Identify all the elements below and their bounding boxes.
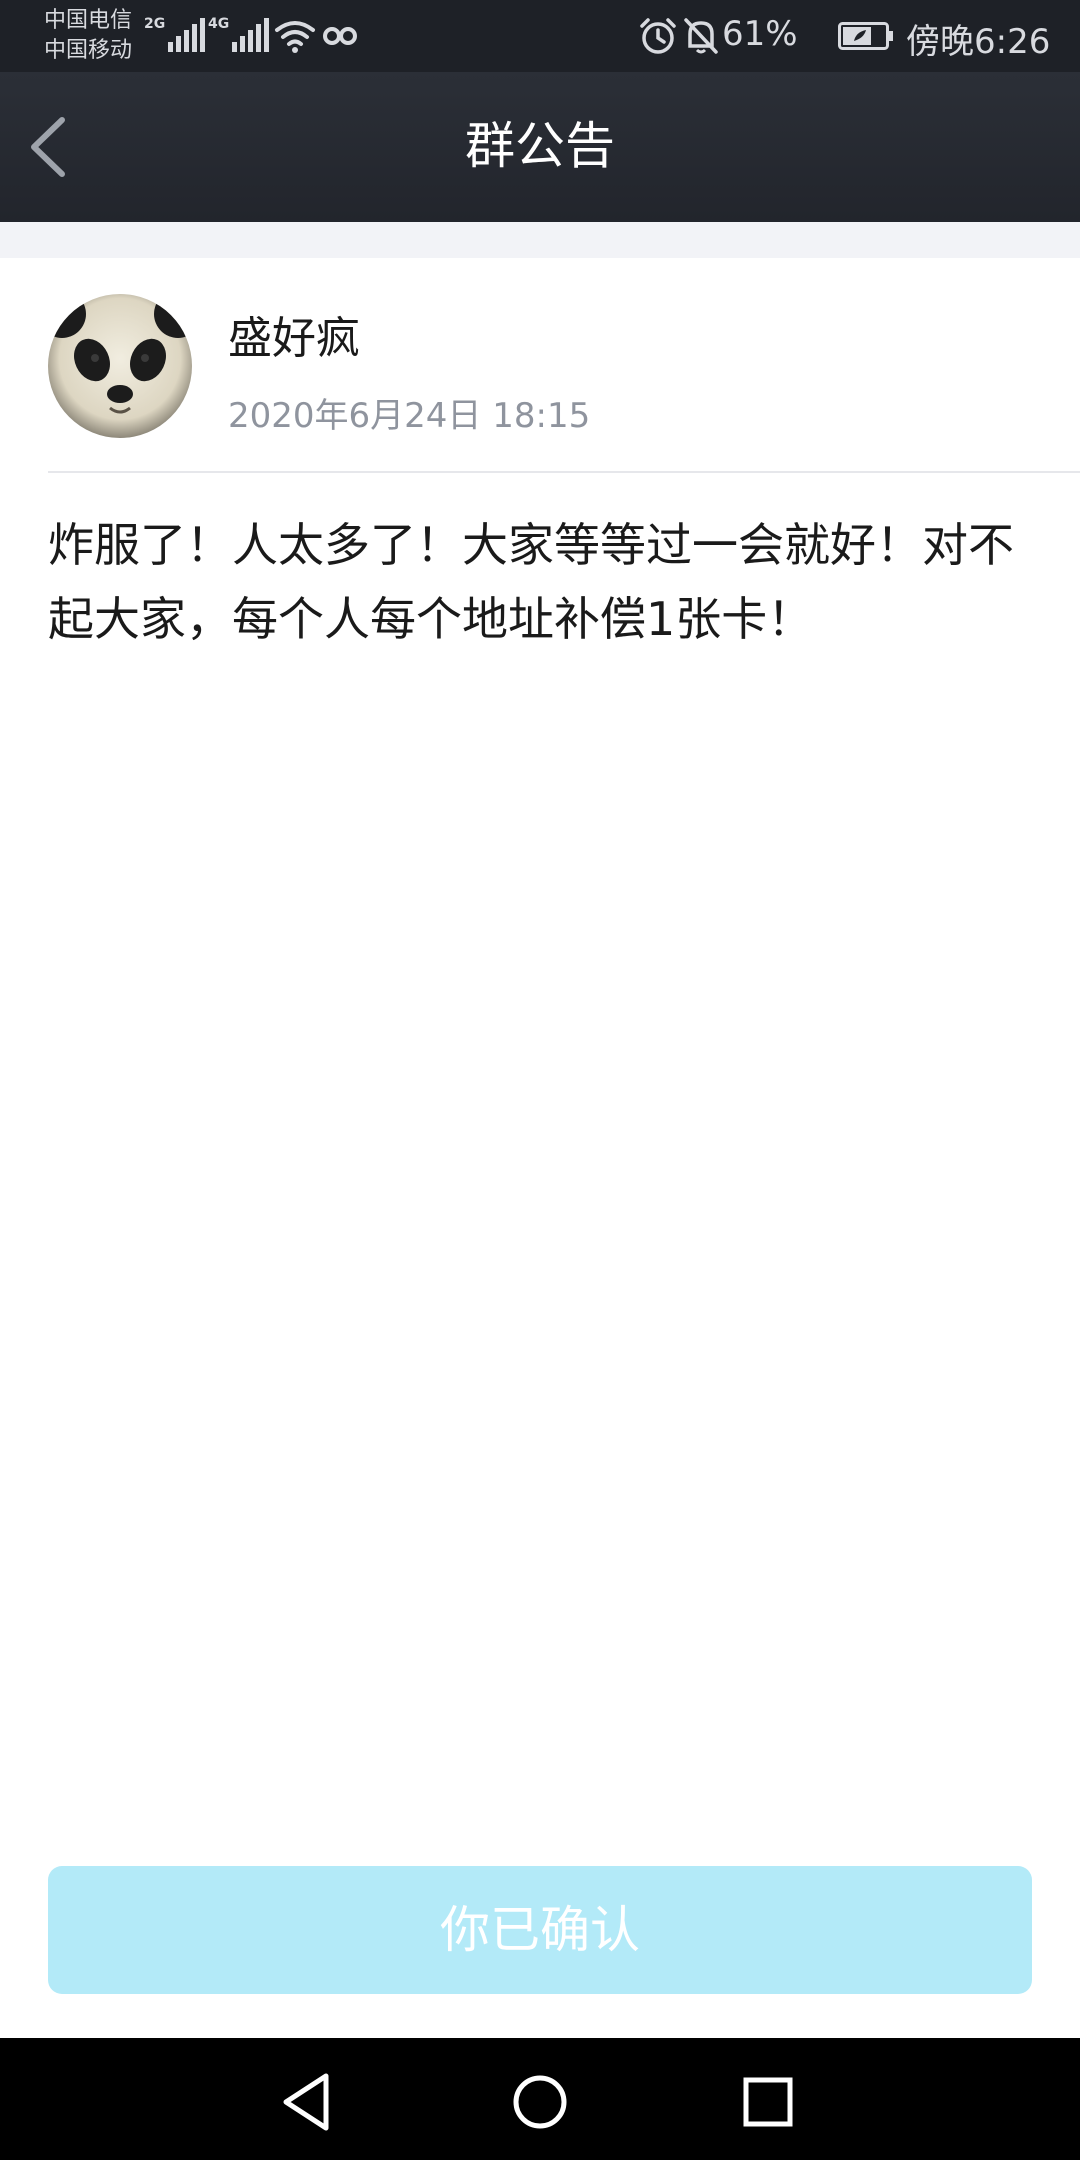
nav-recents-button[interactable] bbox=[728, 2062, 808, 2142]
status-right: 61% 傍晚6:26 bbox=[640, 0, 1080, 72]
confirmed-button[interactable]: 你已确认 bbox=[48, 1866, 1032, 1994]
navigation-bar bbox=[0, 2038, 1080, 2160]
clock: 傍晚6:26 bbox=[906, 22, 1051, 62]
screen: 中国电信 中国移动 2G 4G 61% 傍晚6:26 群公告 盛好疯 2020年… bbox=[0, 0, 1080, 2160]
page-title: 群公告 bbox=[465, 117, 615, 175]
signal-bars-icon bbox=[232, 18, 269, 52]
nav-home-button[interactable] bbox=[500, 2062, 580, 2142]
carrier-labels: 中国电信 中国移动 bbox=[44, 6, 132, 66]
nav-back-button[interactable] bbox=[268, 2062, 348, 2142]
title-bar: 群公告 bbox=[0, 72, 1080, 222]
announcement-text: 炸服了！人太多了！大家等等过一会就好！对不起大家，每个人每个地址补偿1张卡！ bbox=[48, 518, 1014, 646]
header-spacer bbox=[0, 222, 1080, 258]
signal-2-type: 4G bbox=[208, 16, 230, 32]
divider bbox=[48, 471, 1080, 473]
recents-square-icon bbox=[743, 2077, 793, 2127]
wifi-icon bbox=[275, 21, 315, 53]
status-bar: 中国电信 中国移动 2G 4G 61% 傍晚6:26 bbox=[0, 0, 1080, 72]
avatar[interactable] bbox=[48, 294, 192, 438]
link-icon bbox=[323, 27, 357, 45]
post-timestamp: 2020年6月24日 18:15 bbox=[228, 396, 591, 436]
battery-icon bbox=[838, 22, 893, 50]
signal-1-type: 2G bbox=[144, 16, 166, 32]
battery-percent: 61% bbox=[722, 14, 798, 54]
carrier-2: 中国移动 bbox=[44, 38, 133, 63]
home-circle-icon bbox=[513, 2075, 567, 2129]
back-triangle-icon bbox=[283, 2073, 329, 2131]
signal-bars-icon bbox=[168, 18, 205, 52]
author-name: 盛好疯 bbox=[228, 313, 360, 364]
bell-off-icon bbox=[684, 18, 718, 54]
alarm-icon bbox=[640, 18, 676, 54]
panda-avatar-image bbox=[48, 294, 192, 438]
carrier-1: 中国电信 bbox=[44, 8, 133, 33]
